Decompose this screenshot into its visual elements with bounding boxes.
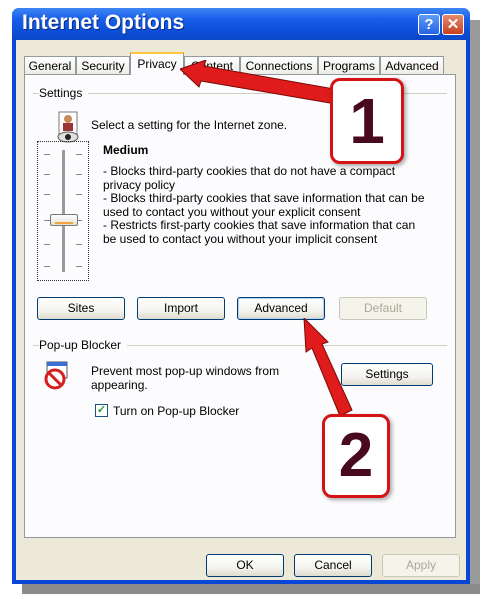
slider-tick (44, 194, 50, 195)
cancel-button[interactable]: Cancel (294, 554, 372, 577)
slider-tick (44, 244, 50, 245)
description-bullet: - Blocks third-party cookies that save i… (103, 191, 425, 219)
close-button[interactable]: ✕ (442, 14, 464, 35)
slider-track (62, 150, 66, 272)
annotation-arrow-1 (180, 60, 341, 105)
slider-thumb[interactable] (50, 214, 78, 226)
help-icon: ? (424, 16, 434, 33)
slider-tick (44, 154, 50, 155)
instruction-text: Select a setting for the Internet zone. (91, 118, 288, 132)
privacy-zone-icon (55, 111, 81, 143)
slider-tick (76, 154, 82, 155)
privacy-level-description: - Blocks third-party cookies that do not… (103, 164, 429, 246)
tab-label: Advanced (385, 59, 439, 73)
help-button[interactable]: ? (418, 14, 440, 35)
tab-label: Security (81, 59, 125, 73)
ok-button[interactable]: OK (206, 554, 284, 577)
tab-advanced[interactable]: Advanced (380, 56, 444, 75)
popup-checkbox-label: Turn on Pop-up Blocker (113, 404, 240, 418)
apply-button[interactable]: Apply (382, 554, 460, 577)
description-bullet: - Blocks third-party cookies that do not… (103, 164, 396, 192)
popup-description: Prevent most pop-up windows from appeari… (91, 364, 280, 392)
annotation-arrow-2 (303, 318, 353, 417)
slider-tick (76, 244, 82, 245)
popup-blocker-checkbox[interactable]: ✓ (95, 404, 108, 417)
privacy-level-name: Medium (103, 143, 149, 157)
popup-group-label: Pop-up Blocker (39, 338, 128, 352)
window-shadow-bottom (22, 584, 480, 594)
tab-label: General (28, 59, 72, 73)
privacy-level-slider[interactable] (37, 141, 89, 281)
tab-privacy[interactable]: Privacy (130, 52, 184, 75)
slider-tick (76, 266, 82, 267)
tab-label: Privacy (137, 57, 177, 71)
window-title: Internet Options (22, 11, 185, 34)
title-bar[interactable]: Internet Options ? ✕ (12, 8, 470, 40)
tab-general[interactable]: General (24, 56, 76, 75)
window-shadow-right (470, 20, 480, 594)
advanced-button[interactable]: Advanced (237, 297, 325, 320)
slider-tick (44, 266, 50, 267)
slider-tick (76, 194, 82, 195)
description-bullet: - Restricts first-party cookies that sav… (103, 218, 416, 246)
sites-button[interactable]: Sites (37, 297, 125, 320)
close-icon: ✕ (446, 16, 460, 33)
default-button[interactable]: Default (339, 297, 427, 320)
tab-security[interactable]: Security (76, 56, 130, 75)
slider-tick (76, 174, 82, 175)
import-button[interactable]: Import (137, 297, 225, 320)
step-badge-2: 2 (322, 414, 390, 498)
step-badge-1: 1 (330, 78, 404, 164)
slider-tick (44, 174, 50, 175)
popup-blocker-icon (43, 361, 71, 391)
settings-group-label: Settings (39, 86, 89, 100)
